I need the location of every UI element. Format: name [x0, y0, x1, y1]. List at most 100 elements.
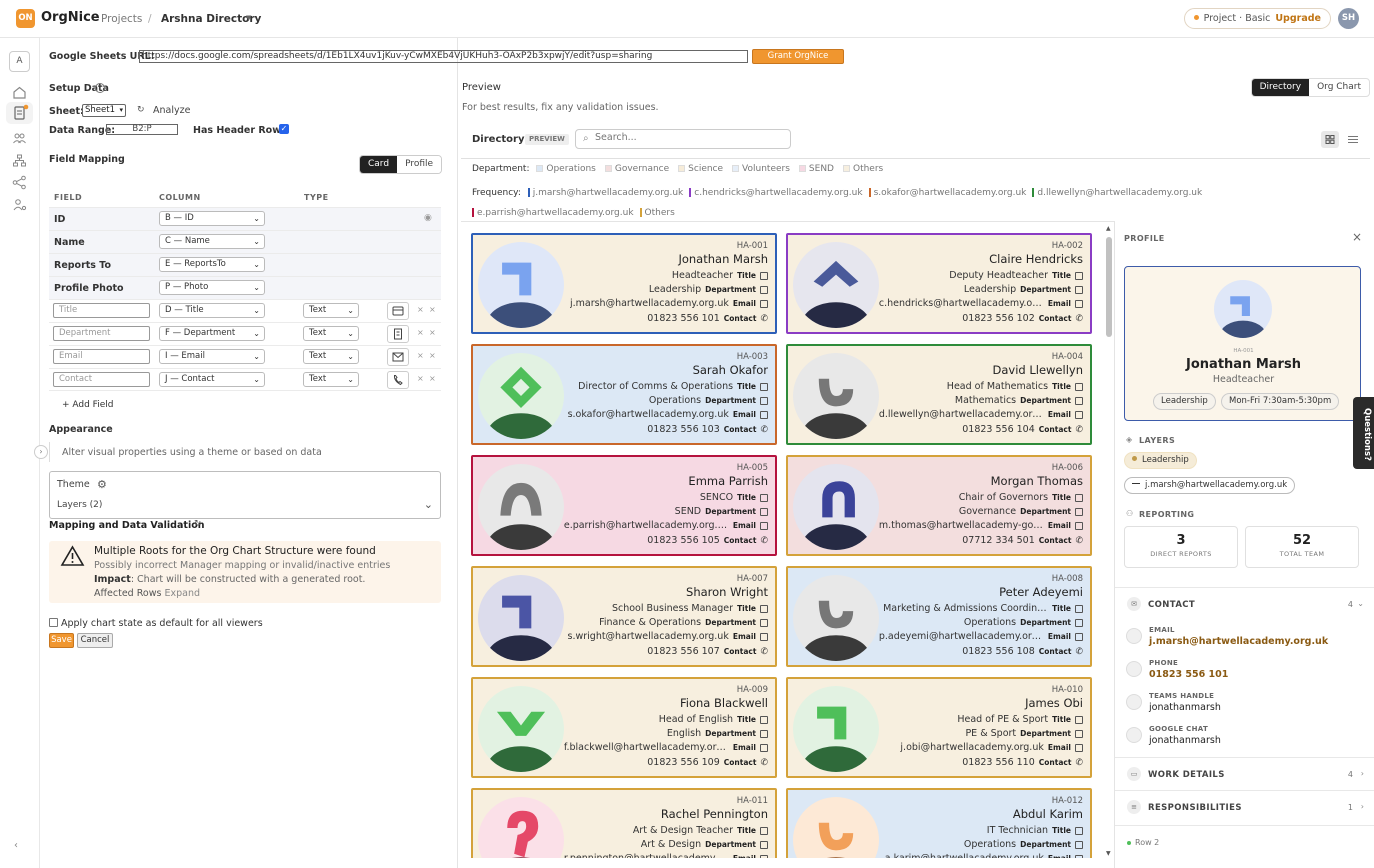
- questions-tab[interactable]: Questions?: [1353, 397, 1374, 469]
- refresh-icon[interactable]: ↻: [194, 519, 202, 529]
- scroll-up-icon[interactable]: ▲: [1106, 225, 1111, 232]
- frequency-legend-item[interactable]: c.hendricks@hartwellacademy.org.uk: [689, 188, 863, 198]
- search-input[interactable]: [595, 132, 775, 143]
- contact-section-header[interactable]: ✉ CONTACT 4 ⌄: [1115, 587, 1374, 620]
- directory-card[interactable]: HA-003 Sarah Okafor Director of Comms & Op…: [471, 344, 777, 445]
- frequency-legend-item[interactable]: s.okafor@hartwellacademy.org.uk: [868, 188, 1026, 198]
- expand-panel-icon[interactable]: ›: [34, 445, 48, 459]
- plan-badge[interactable]: Project · Basic Upgrade: [1183, 8, 1331, 29]
- chevron-down-icon[interactable]: ⌄: [424, 498, 433, 511]
- profile-card[interactable]: HA-001 Jonathan Marsh Headteacher Leader…: [1124, 266, 1361, 421]
- delete-icon[interactable]: ×: [429, 351, 436, 360]
- theme-box[interactable]: Theme ⚙ Layers (2) ⌄: [49, 471, 441, 519]
- expand-link[interactable]: Expand: [164, 588, 200, 599]
- contact-value[interactable]: 01823 556 101: [1149, 669, 1228, 680]
- building-icon[interactable]: [387, 325, 409, 343]
- list-view-icon[interactable]: [1345, 131, 1361, 148]
- data-range-input[interactable]: B2:P: [106, 124, 178, 135]
- field-name-input[interactable]: Email: [53, 349, 150, 364]
- field-name-input[interactable]: Department: [53, 326, 150, 341]
- user-settings-icon[interactable]: [11, 196, 28, 213]
- save-button[interactable]: Save: [49, 633, 74, 648]
- add-field-button[interactable]: + Add Field: [62, 400, 113, 410]
- work-details-section[interactable]: ▭ WORK DETAILS 4 ›: [1115, 757, 1374, 790]
- upgrade-link[interactable]: Upgrade: [1275, 13, 1321, 24]
- gear-icon[interactable]: ⚙: [97, 478, 107, 491]
- card-tab[interactable]: Card: [360, 156, 398, 173]
- frequency-legend-item[interactable]: j.marsh@hartwellacademy.org.uk: [527, 188, 683, 198]
- scroll-down-icon[interactable]: ▼: [1106, 850, 1111, 857]
- department-legend-item[interactable]: Governance: [604, 164, 669, 174]
- analyze-button[interactable]: Analyze: [153, 105, 190, 116]
- user-avatar[interactable]: SH: [1338, 8, 1359, 29]
- field-name-input[interactable]: Contact: [53, 372, 150, 387]
- app-name[interactable]: OrgNice: [41, 10, 100, 25]
- type-select[interactable]: Text ⌄: [303, 372, 359, 387]
- phone-icon[interactable]: [387, 371, 409, 389]
- chevron-down-icon[interactable]: ⌄: [1357, 599, 1364, 608]
- delete-icon[interactable]: ×: [429, 328, 436, 337]
- type-select[interactable]: Text ⌄: [303, 303, 359, 318]
- default-state-checkbox[interactable]: [49, 618, 58, 627]
- close-icon[interactable]: ×: [1352, 230, 1362, 244]
- directory-card[interactable]: HA-009 Fiona Blackwell Head of English Titl…: [471, 677, 777, 778]
- eye-icon[interactable]: ◉: [424, 213, 432, 223]
- move-icon[interactable]: ×: [417, 351, 424, 360]
- org-chart-icon[interactable]: [11, 152, 28, 169]
- grid-view-icon[interactable]: [1321, 131, 1339, 148]
- delete-icon[interactable]: ×: [429, 305, 436, 314]
- field-name-input[interactable]: Title: [53, 303, 150, 318]
- column-select[interactable]: D — Title ⌄: [159, 303, 265, 318]
- column-select[interactable]: B — ID ⌄: [159, 211, 265, 226]
- frequency-legend-item[interactable]: Others: [639, 208, 675, 218]
- id-card-icon[interactable]: [387, 302, 409, 320]
- breadcrumb-projects[interactable]: Projects: [101, 13, 142, 25]
- responsibilities-section[interactable]: ≡ RESPONSIBILITIES 1 ›: [1115, 790, 1374, 823]
- department-legend-item[interactable]: Volunteers: [732, 164, 790, 174]
- column-select[interactable]: E — ReportsTo ⌄: [159, 257, 265, 272]
- org-chart-tab[interactable]: Org Chart: [1309, 79, 1369, 96]
- directory-tab[interactable]: Directory: [1251, 79, 1310, 96]
- column-select[interactable]: P — Photo ⌄: [159, 280, 265, 295]
- header-row-checkbox[interactable]: ✓: [279, 124, 289, 134]
- share-icon[interactable]: [11, 174, 28, 191]
- refresh-icon[interactable]: ↻: [137, 105, 145, 115]
- department-legend-item[interactable]: SEND: [798, 164, 834, 174]
- scrollbar[interactable]: ▲ ▼: [1105, 225, 1113, 857]
- frequency-legend-item[interactable]: d.llewellyn@hartwellacademy.org.uk: [1032, 188, 1202, 198]
- directory-card[interactable]: HA-010 James Obi Head of PE & Sport Title PE…: [786, 677, 1092, 778]
- move-icon[interactable]: ×: [417, 328, 424, 337]
- envelope-icon[interactable]: [387, 348, 409, 366]
- directory-card[interactable]: HA-008 Peter Adeyemi Marketing & Admission…: [786, 566, 1092, 667]
- help-icon[interactable]: ?: [95, 83, 105, 93]
- scrollbar-thumb[interactable]: [1106, 237, 1112, 337]
- cancel-button[interactable]: Cancel: [77, 633, 113, 648]
- directory-card[interactable]: HA-012 Abdul Karim IT Technician Title Opera…: [786, 788, 1092, 858]
- data-sheet-icon[interactable]: [6, 102, 33, 124]
- type-select[interactable]: Text ⌄: [303, 349, 359, 364]
- delete-icon[interactable]: ×: [429, 374, 436, 383]
- app-logo[interactable]: ON: [16, 9, 35, 28]
- directory-card[interactable]: HA-007 Sharon Wright School Business Manag…: [471, 566, 777, 667]
- directory-card[interactable]: HA-006 Morgan Thomas Chair of Governors Tit…: [786, 455, 1092, 556]
- directory-card[interactable]: HA-002 Claire Hendricks Deputy Headteacher…: [786, 233, 1092, 334]
- department-legend-item[interactable]: Operations: [536, 164, 596, 174]
- frequency-legend-item[interactable]: e.parrish@hartwellacademy.org.uk: [472, 208, 634, 218]
- directory-card[interactable]: HA-004 David Llewellyn Head of Mathematics…: [786, 344, 1092, 445]
- column-select[interactable]: F — Department ⌄: [159, 326, 265, 341]
- move-icon[interactable]: ×: [417, 374, 424, 383]
- search-box[interactable]: ⌕: [575, 129, 791, 149]
- contact-value[interactable]: j.marsh@hartwellacademy.org.uk: [1149, 636, 1328, 647]
- home-icon[interactable]: [11, 84, 28, 101]
- department-legend-item[interactable]: Others: [842, 164, 883, 174]
- layer-pill-email[interactable]: j.marsh@hartwellacademy.org.uk: [1124, 477, 1296, 494]
- people-icon[interactable]: [11, 130, 28, 147]
- directory-card[interactable]: HA-011 Rachel Pennington Art & Design Teac…: [471, 788, 777, 858]
- move-icon[interactable]: ×: [417, 305, 424, 314]
- workspace-switcher[interactable]: A: [9, 51, 30, 72]
- type-select[interactable]: Text ⌄: [303, 326, 359, 341]
- department-legend-item[interactable]: Science: [678, 164, 723, 174]
- layer-pill-department[interactable]: Leadership: [1124, 452, 1197, 469]
- column-select[interactable]: C — Name ⌄: [159, 234, 265, 249]
- chevron-right-icon[interactable]: ›: [1361, 769, 1364, 778]
